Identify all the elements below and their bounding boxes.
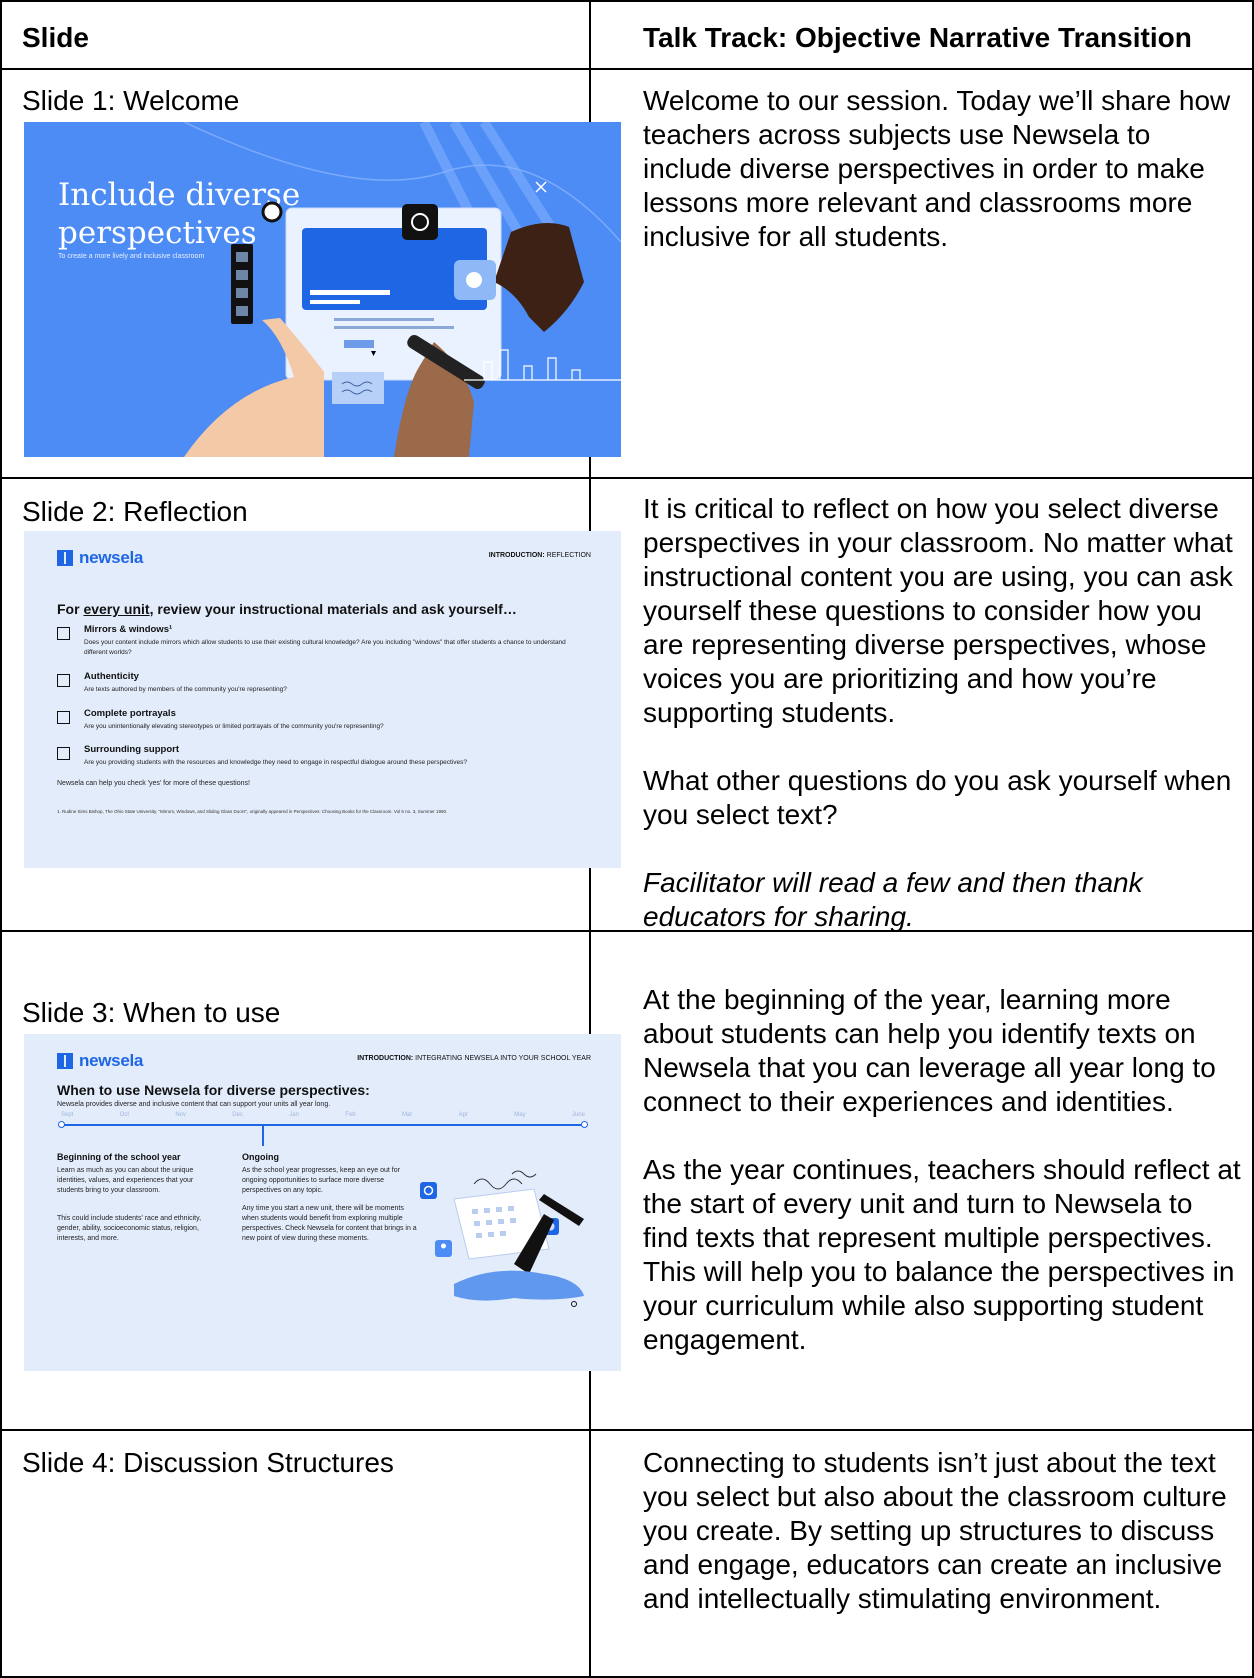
checkbox-icon: [57, 711, 70, 724]
row-label-slide-4: Slide 4: Discussion Structures: [22, 1447, 394, 1478]
row-divider: [0, 68, 1254, 70]
header-slide: Slide: [22, 22, 89, 53]
row-label-slide-2: Slide 2: Reflection: [22, 496, 248, 527]
slide-2-closing: Newsela can help you check 'yes' for mor…: [57, 780, 250, 787]
facilitator-note: Facilitator will read a few and then tha…: [643, 867, 1143, 932]
header-talk-track: Talk Track: Objective Narrative Transiti…: [643, 22, 1192, 53]
table-border-top: [0, 0, 1254, 2]
checkbox-icon: [57, 674, 70, 687]
item-desc: Are texts authored by members of the com…: [84, 686, 287, 693]
item-title: Surrounding support: [84, 744, 179, 755]
talk-paragraph: Connecting to students isn’t just about …: [643, 1447, 1227, 1614]
talk-track-table: Slide Talk Track: Objective Narrative Tr…: [0, 0, 1254, 1678]
table-border-left: [0, 0, 2, 1678]
newsela-logo: newsela: [57, 548, 143, 568]
row-divider: [0, 477, 1254, 479]
slide-3-thumbnail: newsela INTRODUCTION: INTEGRATING NEWSEL…: [24, 1034, 621, 1371]
slide-2-heading: For every unit, review your instructiona…: [57, 601, 517, 617]
talk-paragraph: What other questions do you ask yourself…: [643, 765, 1232, 830]
item-desc: Are you unintentionally elevating stereo…: [84, 723, 384, 730]
checkbox-icon: [57, 747, 70, 760]
slide-2-footnote: 1. Rudine Sims Bishop, The Ohio State Un…: [57, 809, 448, 814]
talk-track-slide-3: At the beginning of the year, learning m…: [643, 983, 1243, 1391]
item-title: Complete portrayals: [84, 708, 176, 719]
slide-1-illustration: [183, 122, 621, 457]
talk-track-slide-2: It is critical to reflect on how you sel…: [643, 492, 1243, 968]
item-desc: Does your content include mirrors which …: [84, 639, 566, 656]
row-divider: [0, 1429, 1254, 1431]
row-label-slide-3: Slide 3: When to use: [22, 997, 281, 1028]
slide-3-illustration: [420, 1170, 584, 1307]
talk-track-slide-1: Welcome to our session. Today we’ll shar…: [643, 84, 1243, 288]
slide-2-breadcrumb: INTRODUCTION: REFLECTION: [488, 552, 591, 559]
item-desc: Are you providing students with the reso…: [84, 759, 468, 766]
row-label-slide-1: Slide 1: Welcome: [22, 85, 240, 116]
checkbox-icon: [57, 627, 70, 640]
slide-2-thumbnail: newsela INTRODUCTION: REFLECTION For eve…: [24, 531, 621, 868]
newsela-logo-icon: [57, 550, 73, 566]
talk-track-slide-4: Connecting to students isn’t just about …: [643, 1446, 1243, 1650]
talk-paragraph: At the beginning of the year, learning m…: [643, 984, 1216, 1117]
item-title: Authenticity: [84, 671, 139, 682]
talk-paragraph: Welcome to our session. Today we’ll shar…: [643, 85, 1231, 252]
talk-paragraph: As the year continues, teachers should r…: [643, 1154, 1241, 1355]
slide-1-thumbnail: Include diverse perspectives To create a …: [24, 122, 621, 457]
item-title: Mirrors & windows¹: [84, 624, 173, 635]
talk-paragraph: It is critical to reflect on how you sel…: [643, 493, 1233, 728]
